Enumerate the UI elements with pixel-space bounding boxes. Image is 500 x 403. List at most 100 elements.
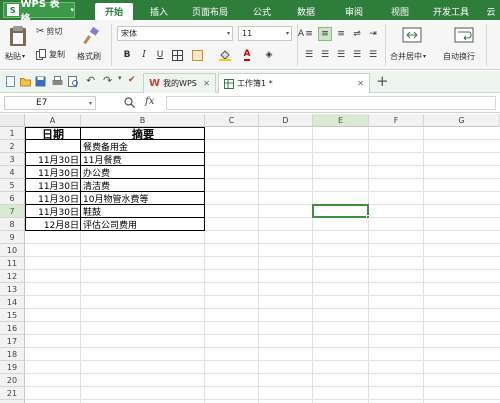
tab-review[interactable]: 审阅 [334, 3, 374, 20]
italic-button[interactable]: I [137, 48, 151, 62]
select-all-corner[interactable] [0, 114, 25, 127]
tab-cloud[interactable]: 云 [482, 3, 500, 20]
name-box[interactable]: E7 ▾ [4, 96, 96, 110]
align-left-icon: ☰ [304, 50, 314, 60]
row-header-21[interactable]: 21 [0, 387, 25, 400]
customize-icon[interactable]: ✔ [128, 75, 139, 86]
fx-insert-function-button[interactable]: fx [145, 96, 154, 107]
row-header-14[interactable]: 14 [0, 296, 25, 309]
print-preview-icon[interactable] [68, 76, 79, 87]
formula-input[interactable] [166, 96, 496, 110]
close-icon[interactable]: ✕ [203, 79, 210, 88]
print-icon[interactable] [52, 76, 63, 87]
align-left-button[interactable]: ☰ [302, 48, 316, 62]
fill-color-button[interactable] [218, 48, 232, 62]
column-header-g[interactable]: G [424, 114, 500, 127]
chevron-down-icon: ▾ [285, 30, 289, 37]
clear-format-button[interactable]: ◈ [262, 48, 276, 62]
row-header-15[interactable]: 15 [0, 309, 25, 322]
align-top-button[interactable]: ≡ [302, 27, 316, 41]
save-icon[interactable] [35, 76, 46, 87]
align-right-button[interactable]: ☰ [334, 48, 348, 62]
wrap-text-label: 自动换行 [443, 52, 475, 61]
row-header-20[interactable]: 20 [0, 374, 25, 387]
bold-button[interactable]: B [120, 48, 134, 62]
gridline-vertical [368, 127, 369, 403]
row-header-12[interactable]: 12 [0, 270, 25, 283]
tab-my-wps[interactable]: W 我的WPS ✕ [143, 73, 216, 93]
tab-page-layout[interactable]: 页面布局 [180, 3, 240, 20]
row-header-10[interactable]: 10 [0, 244, 25, 257]
redo-icon[interactable]: ↷ [103, 74, 114, 87]
formula-bar: E7 ▾ fx [0, 93, 500, 113]
row-header-7[interactable]: 7 [0, 205, 25, 218]
paint-bucket-icon [219, 50, 231, 61]
tab-workbook[interactable]: 工作簿1 * ✕ [218, 73, 370, 93]
cut-label: 剪切 [46, 27, 63, 36]
tab-home[interactable]: 开始 [95, 3, 133, 20]
column-header-f[interactable]: F [369, 114, 424, 127]
new-file-icon[interactable] [5, 76, 16, 87]
row-header-1[interactable]: 1 [0, 127, 25, 140]
copy-button[interactable]: 复制 [36, 49, 65, 60]
merge-center-icon-button[interactable] [400, 24, 424, 46]
underline-button[interactable]: U [153, 48, 167, 62]
indent-button[interactable]: ⇥ [366, 27, 380, 41]
row-header-16[interactable]: 16 [0, 322, 25, 335]
wrap-text-button[interactable]: 自动换行 [443, 51, 475, 62]
justify-button[interactable]: ☰ [350, 48, 364, 62]
align-center-icon: ☰ [320, 50, 330, 60]
row-header-18[interactable]: 18 [0, 348, 25, 361]
column-header-e[interactable]: E [313, 114, 369, 127]
row-header-5[interactable]: 5 [0, 179, 25, 192]
gridline-vertical [423, 127, 424, 403]
new-tab-plus-icon[interactable]: + [376, 72, 390, 90]
row-header-6[interactable]: 6 [0, 192, 25, 205]
paste-label: 粘贴 [5, 52, 21, 61]
font-size-select[interactable]: 11 ▾ [238, 26, 292, 41]
font-name-select[interactable]: 宋体 ▾ [117, 26, 233, 41]
column-header-b[interactable]: B [81, 114, 205, 127]
fill-handle[interactable] [366, 215, 370, 219]
open-folder-icon[interactable] [20, 76, 31, 87]
row-header-8[interactable]: 8 [0, 218, 25, 231]
tab-developer[interactable]: 开发工具 [422, 3, 480, 20]
spreadsheet-grid[interactable]: ABCDEFG 1 2 3 4 5 6 7 8 9 10 11 12 13 14 15 16 17 18 19 20 2… [0, 114, 500, 403]
orientation-button[interactable]: ⇌ [350, 27, 364, 41]
row-header-4[interactable]: 4 [0, 166, 25, 179]
row-header-19[interactable]: 19 [0, 361, 25, 374]
close-icon[interactable]: ✕ [357, 79, 364, 88]
row-header-13[interactable]: 13 [0, 283, 25, 296]
row-header-11[interactable]: 11 [0, 257, 25, 270]
app-menu-button[interactable]: S WPS 表格 ▾ [3, 0, 75, 25]
font-color-button[interactable]: A [240, 48, 254, 62]
zoom-magnifier-icon[interactable] [124, 97, 135, 108]
cut-button[interactable]: ✂ 剪切 [36, 26, 62, 37]
tab-workbook-label: 工作簿1 * [237, 79, 273, 88]
undo-icon[interactable]: ↶ [86, 74, 97, 87]
row-header-9[interactable]: 9 [0, 231, 25, 244]
column-header-d[interactable]: D [259, 114, 313, 127]
wrap-text-icon-button[interactable] [452, 24, 476, 46]
cell-style-button[interactable] [190, 48, 204, 62]
row-header-2[interactable]: 2 [0, 140, 25, 153]
tab-view[interactable]: 视图 [380, 3, 420, 20]
distribute-button[interactable]: ☰ [366, 48, 380, 62]
row-header-17[interactable]: 17 [0, 335, 25, 348]
tab-insert[interactable]: 插入 [140, 3, 178, 20]
borders-button[interactable] [170, 48, 184, 62]
merge-center-button[interactable]: 合并居中 ▾ [390, 51, 426, 62]
align-middle-button[interactable]: ≡ [318, 27, 332, 41]
paste-button[interactable] [6, 24, 30, 48]
font-color-icon: A [243, 49, 251, 61]
row-header-3[interactable]: 3 [0, 153, 25, 166]
align-center-button[interactable]: ☰ [318, 48, 332, 62]
gridline-horizontal [25, 334, 500, 335]
paste-label-wrap[interactable]: 粘贴 ▾ [5, 51, 25, 62]
column-header-a[interactable]: A [25, 114, 81, 127]
align-bottom-button[interactable]: ≡ [334, 27, 348, 41]
tab-formulas[interactable]: 公式 [242, 3, 282, 20]
tab-data[interactable]: 数据 [286, 3, 326, 20]
column-header-c[interactable]: C [205, 114, 259, 127]
format-painter-button[interactable] [80, 25, 102, 47]
